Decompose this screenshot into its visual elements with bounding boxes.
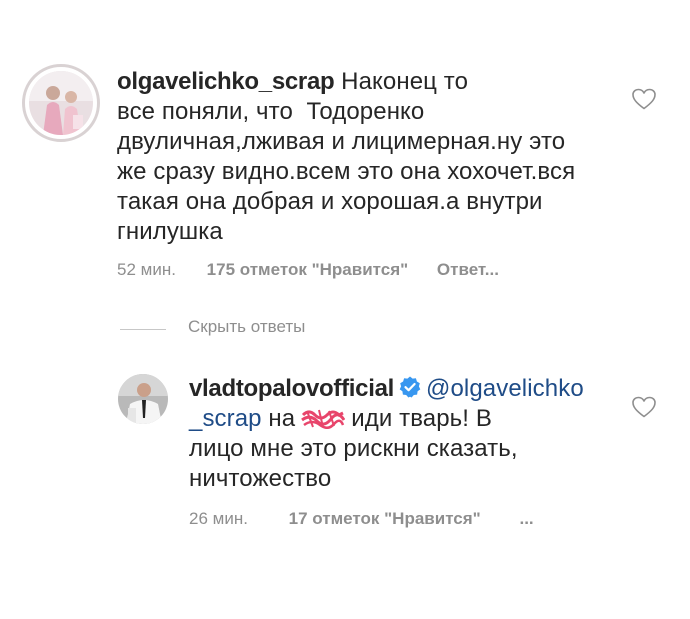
like-heart-icon[interactable] bbox=[631, 87, 657, 111]
comment-line: все поняли, что Тодоренко bbox=[117, 98, 425, 125]
comment-meta: 26 мин. 17 отметок "Нравится" ... bbox=[189, 508, 534, 530]
comment-time: 26 мин. bbox=[189, 509, 248, 528]
comment-text: olgavelichko_scrap Наконец то все поняли… bbox=[117, 67, 617, 247]
comment-text-part: на bbox=[268, 405, 296, 432]
comment-line: лицо мне это рискни сказать, bbox=[189, 435, 518, 462]
mention-link[interactable]: @olgavelichko bbox=[426, 375, 584, 402]
comment-text: vladtopalovofficial @olgavelichko _scrap… bbox=[189, 374, 629, 494]
mention-link-cont[interactable]: _scrap bbox=[189, 405, 262, 432]
comment-line: двуличная,лживая и лицимерная.ну это bbox=[117, 128, 566, 155]
comment-line: Наконец то bbox=[341, 68, 469, 95]
comment-meta: 52 мин. 175 отметок "Нравится" Ответ... bbox=[117, 259, 499, 281]
more-options-button[interactable]: ... bbox=[519, 509, 533, 528]
comment-username[interactable]: olgavelichko_scrap bbox=[117, 68, 335, 95]
comment-time: 52 мин. bbox=[117, 260, 176, 279]
censor-scribble bbox=[301, 409, 346, 429]
comment-line: ничтожество bbox=[189, 465, 332, 492]
verified-badge-icon bbox=[399, 376, 421, 398]
reply-button[interactable]: Ответ... bbox=[437, 260, 499, 279]
comment-likes[interactable]: 175 отметок "Нравится" bbox=[207, 260, 409, 279]
comment-line: же сразу видно.всем это она хохочет.вся bbox=[117, 158, 576, 185]
avatar-image bbox=[29, 71, 93, 135]
comment-line: гнилушка bbox=[117, 218, 223, 245]
comment-text-part: иди тварь! В bbox=[351, 405, 492, 432]
avatar[interactable] bbox=[118, 374, 168, 424]
comment-username[interactable]: vladtopalovofficial bbox=[189, 375, 394, 402]
like-heart-icon[interactable] bbox=[631, 395, 657, 419]
avatar-image bbox=[118, 374, 168, 424]
comment-likes[interactable]: 17 отметок "Нравится" bbox=[289, 509, 481, 528]
comment-line: такая она добрая и хорошая.а внутри bbox=[117, 188, 543, 215]
hide-replies-divider bbox=[120, 329, 166, 330]
hide-replies-button[interactable]: Скрыть ответы bbox=[188, 316, 305, 338]
avatar[interactable] bbox=[29, 71, 93, 135]
